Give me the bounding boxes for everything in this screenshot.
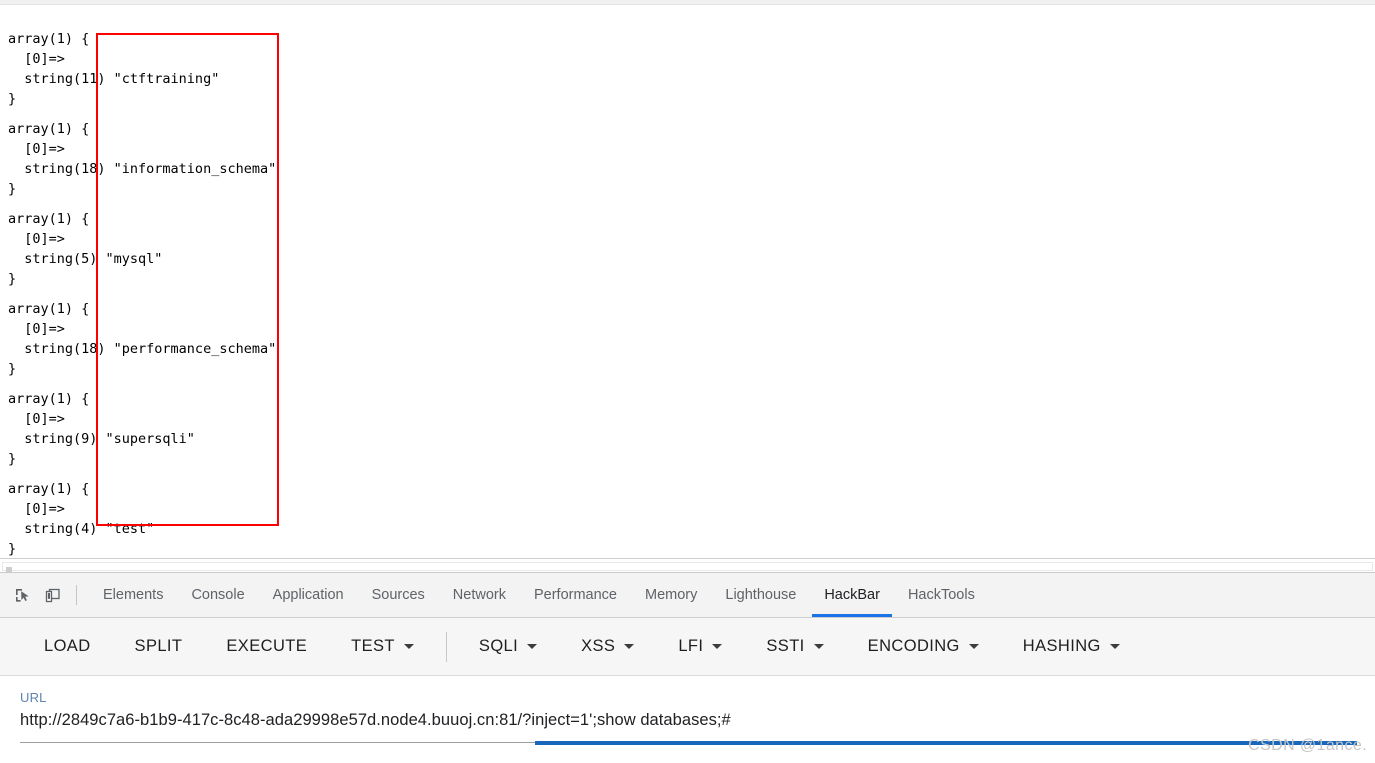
devtools-panel: Elements Console Application Sources Net… bbox=[0, 572, 1375, 763]
vardump-value: string(4) "test" bbox=[8, 521, 155, 537]
vardump-block: array(1) { [0]=> string(5) "mysql" } bbox=[8, 209, 276, 289]
vardump-index: [0]=> bbox=[8, 141, 65, 157]
devtools-tabbar: Elements Console Application Sources Net… bbox=[0, 573, 1375, 618]
vardump-index: [0]=> bbox=[8, 321, 65, 337]
tab-label: Console bbox=[191, 587, 245, 603]
vardump-block: array(1) { [0]=> string(4) "test" } bbox=[8, 479, 276, 559]
vardump-index: [0]=> bbox=[8, 411, 65, 427]
chevron-down-icon bbox=[403, 644, 414, 649]
hackbar-toolbar-divider bbox=[445, 631, 447, 662]
tab-network[interactable]: Network bbox=[439, 573, 520, 617]
device-toolbar-icon[interactable] bbox=[38, 581, 66, 609]
vardump-close: } bbox=[8, 451, 17, 467]
vardump-close: } bbox=[8, 271, 17, 287]
browser-page-content: array(1) { [0]=> string(11) "ctftraining… bbox=[0, 0, 1375, 560]
tab-console[interactable]: Console bbox=[177, 573, 258, 617]
vardump-header: array(1) { bbox=[8, 211, 90, 227]
tab-elements[interactable]: Elements bbox=[89, 573, 177, 617]
vardump-block: array(1) { [0]=> string(11) "ctftraining… bbox=[8, 29, 276, 109]
vardump-index: [0]=> bbox=[8, 501, 65, 517]
tab-label: Application bbox=[272, 587, 344, 603]
vardump-header: array(1) { bbox=[8, 31, 90, 47]
url-underline-focus bbox=[535, 741, 1357, 745]
hackbar-url-field[interactable]: URL http://2849c7a6-b1b9-417c-8c48-ada29… bbox=[0, 676, 1375, 763]
hackbar-split-button[interactable]: SPLIT bbox=[113, 631, 205, 662]
vardump-value: string(11) "ctftraining" bbox=[8, 71, 220, 87]
vardump-value: string(9) "supersqli" bbox=[8, 431, 195, 447]
chevron-down-icon bbox=[527, 644, 538, 649]
tab-hacktools[interactable]: HackTools bbox=[894, 573, 989, 617]
hackbar-test-menu[interactable]: TEST bbox=[329, 631, 436, 662]
chevron-down-icon bbox=[968, 644, 979, 649]
button-label: HASHING bbox=[1022, 637, 1101, 655]
tab-label: HackTools bbox=[907, 587, 975, 603]
page-horizontal-scrollbar[interactable] bbox=[0, 558, 1375, 574]
button-label: XSS bbox=[581, 637, 616, 655]
tab-hackbar[interactable]: HackBar bbox=[810, 573, 894, 617]
tab-label: Memory bbox=[645, 587, 698, 603]
vardump-value: string(5) "mysql" bbox=[8, 251, 163, 267]
tab-sources[interactable]: Sources bbox=[358, 573, 439, 617]
php-vardump-output: array(1) { [0]=> string(11) "ctftraining… bbox=[8, 9, 276, 560]
button-label: LOAD bbox=[44, 637, 91, 655]
tab-label: Network bbox=[452, 587, 506, 603]
tab-memory[interactable]: Memory bbox=[631, 573, 711, 617]
vardump-header: array(1) { bbox=[8, 121, 90, 137]
chevron-down-icon bbox=[1109, 644, 1120, 649]
tab-label: Performance bbox=[533, 587, 617, 603]
vardump-header: array(1) { bbox=[8, 301, 90, 317]
tab-application[interactable]: Application bbox=[259, 573, 358, 617]
tab-label: HackBar bbox=[824, 587, 880, 603]
screenshot-root: array(1) { [0]=> string(11) "ctftraining… bbox=[0, 0, 1375, 763]
button-label: TEST bbox=[351, 637, 395, 655]
hackbar-ssti-menu[interactable]: SSTI bbox=[744, 631, 845, 662]
button-label: SPLIT bbox=[134, 637, 183, 655]
hackbar-lfi-menu[interactable]: LFI bbox=[656, 631, 744, 662]
button-label: SSTI bbox=[766, 637, 805, 655]
inspect-element-icon[interactable] bbox=[8, 581, 36, 609]
chevron-down-icon bbox=[712, 644, 723, 649]
hackbar-encoding-menu[interactable]: ENCODING bbox=[846, 631, 1001, 662]
chevron-down-icon bbox=[624, 644, 635, 649]
page-top-scrollbar[interactable] bbox=[0, 0, 1375, 5]
button-label: ENCODING bbox=[867, 637, 960, 655]
tab-lighthouse[interactable]: Lighthouse bbox=[711, 573, 810, 617]
hackbar-hashing-menu[interactable]: HASHING bbox=[1001, 631, 1142, 662]
tab-label: Lighthouse bbox=[725, 587, 797, 603]
vardump-block: array(1) { [0]=> string(9) "supersqli" } bbox=[8, 389, 276, 469]
hackbar-toolbar: LOAD SPLIT EXECUTE TEST SQLI XSS LFI SST… bbox=[0, 618, 1375, 676]
chevron-down-icon bbox=[813, 644, 824, 649]
toolbar-divider bbox=[76, 585, 77, 605]
vardump-block: array(1) { [0]=> string(18) "information… bbox=[8, 119, 276, 199]
scrollbar-track[interactable] bbox=[2, 562, 1373, 574]
vardump-value: string(18) "performance_schema" bbox=[8, 341, 277, 357]
vardump-value: string(18) "information_schema" bbox=[8, 161, 277, 177]
hackbar-load-button[interactable]: LOAD bbox=[22, 631, 113, 662]
hackbar-xss-menu[interactable]: XSS bbox=[559, 631, 656, 662]
vardump-header: array(1) { bbox=[8, 481, 90, 497]
url-field-label: URL bbox=[20, 690, 47, 705]
tab-performance[interactable]: Performance bbox=[520, 573, 631, 617]
button-label: EXECUTE bbox=[226, 637, 308, 655]
tab-label: Elements bbox=[103, 587, 164, 603]
hackbar-sqli-menu[interactable]: SQLI bbox=[457, 631, 559, 662]
vardump-header: array(1) { bbox=[8, 391, 90, 407]
vardump-close: } bbox=[8, 91, 17, 107]
vardump-close: } bbox=[8, 181, 17, 197]
vardump-block: array(1) { [0]=> string(18) "performance… bbox=[8, 299, 276, 379]
vardump-close: } bbox=[8, 541, 17, 557]
url-input[interactable]: http://2849c7a6-b1b9-417c-8c48-ada29998e… bbox=[20, 711, 1355, 730]
vardump-index: [0]=> bbox=[8, 51, 65, 67]
button-label: SQLI bbox=[478, 637, 519, 655]
vardump-index: [0]=> bbox=[8, 231, 65, 247]
button-label: LFI bbox=[678, 637, 704, 655]
vardump-close: } bbox=[8, 361, 17, 377]
tab-label: Sources bbox=[371, 587, 425, 603]
hackbar-execute-button[interactable]: EXECUTE bbox=[204, 631, 329, 662]
